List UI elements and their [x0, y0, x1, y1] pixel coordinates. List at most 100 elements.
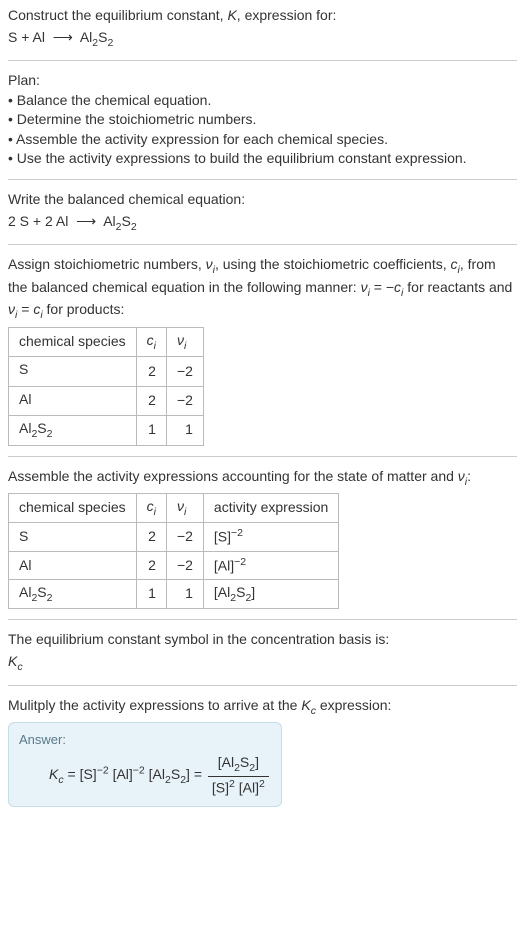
c-cell: 2 [136, 357, 166, 386]
species-text: Al [19, 391, 31, 407]
eq-sign: = [64, 766, 80, 782]
species-text: Al [19, 557, 31, 573]
species-text: S [19, 528, 28, 544]
multiply-text: expression: [316, 697, 391, 713]
term: [S] [212, 779, 229, 795]
basis-block: The equilibrium constant symbol in the c… [8, 630, 517, 674]
fraction: [Al2S2] [S]2 [Al]2 [208, 753, 269, 798]
term-exp: −2 [133, 765, 145, 777]
v-cell: −2 [166, 386, 203, 415]
v-cell: 1 [166, 416, 203, 445]
assemble-block: Assemble the activity expressions accoun… [8, 467, 517, 610]
assign-text: for products: [43, 301, 125, 317]
activity-cell: [S]−2 [203, 523, 338, 551]
intro-lhs: S + Al [8, 29, 45, 45]
species-sub: 2 [131, 220, 137, 232]
table-header: chemical species [9, 327, 137, 356]
assign-text: for reactants and [403, 279, 512, 295]
species-text: S [37, 420, 46, 436]
table-header: ci [136, 327, 166, 356]
activity-close: ] [251, 584, 255, 600]
assign-text: , using the stoichiometric coefficients, [215, 256, 451, 272]
nu-symbol: ν [361, 279, 368, 295]
c-sub: i [154, 506, 156, 518]
v-cell: 1 [166, 579, 203, 608]
balanced-title: Write the balanced chemical equation: [8, 190, 517, 210]
table-row: Al2S2 1 1 [9, 416, 204, 445]
term: [Al] [235, 779, 259, 795]
intro-rhs: Al2S2 [80, 29, 113, 45]
table-row: S 2 −2 [S]−2 [9, 523, 339, 551]
intro-block: Construct the equilibrium constant, K, e… [8, 6, 517, 50]
plan-item: • Balance the chemical equation. [8, 91, 517, 111]
divider [8, 244, 517, 245]
c-symbol: c [147, 332, 154, 348]
balanced-reaction: 2 S + 2 Al ⟶ Al2S2 [8, 212, 517, 234]
c-sub: i [154, 339, 156, 351]
c-symbol: c [394, 279, 401, 295]
divider [8, 456, 517, 457]
c-cell: 1 [136, 579, 166, 608]
nu-sub: i [184, 506, 186, 518]
table-header-row: chemical species ci νi activity expressi… [9, 494, 339, 523]
nu-symbol: ν [206, 256, 213, 272]
activity-cell: [Al]−2 [203, 551, 338, 579]
divider [8, 619, 517, 620]
species-text: Al [103, 213, 115, 229]
nu-symbol: ν [177, 498, 184, 514]
arrow-icon: ⟶ [53, 29, 73, 45]
species-cell: S [9, 357, 137, 386]
intro-reaction: S + Al ⟶ Al2S2 [8, 28, 517, 50]
c-cell: 2 [136, 551, 166, 579]
activity-base: [Al [214, 584, 230, 600]
multiply-block: Mulitply the activity expressions to arr… [8, 696, 517, 718]
table-header-row: chemical species ci νi [9, 327, 204, 356]
term: ] [255, 754, 259, 770]
stoich-table: chemical species ci νi S 2 −2 Al 2 −2 Al… [8, 327, 204, 446]
species-sub: 2 [47, 592, 53, 604]
eq-text: = [17, 301, 33, 317]
species-sub: 2 [47, 428, 53, 440]
term-exp: −2 [97, 765, 109, 777]
balanced-block: Write the balanced chemical equation: 2 … [8, 190, 517, 234]
c-cell: 2 [136, 386, 166, 415]
species-cell: Al [9, 386, 137, 415]
answer-expression: Kc = [S]−2 [Al]−2 [Al2S2] = [Al2S2] [S]2… [19, 749, 271, 798]
c-symbol: c [451, 256, 458, 272]
species-cell: Al [9, 551, 137, 579]
table-header: activity expression [203, 494, 338, 523]
answer-box: Answer: Kc = [S]−2 [Al]−2 [Al2S2] = [Al2… [8, 722, 282, 807]
activity-base: [S] [214, 529, 231, 545]
species-text: Al [19, 584, 31, 600]
divider [8, 60, 517, 61]
species-cell: S [9, 523, 137, 551]
K-symbol: K [49, 766, 58, 782]
nu-sub: i [184, 339, 186, 351]
table-row: Al2S2 1 1 [Al2S2] [9, 579, 339, 608]
assemble-text: : [467, 468, 471, 484]
activity-exp: −2 [234, 556, 246, 568]
multiply-text: Mulitply the activity expressions to arr… [8, 697, 301, 713]
table-row: Al 2 −2 [Al]−2 [9, 551, 339, 579]
intro-K: K [227, 7, 236, 23]
species-sub: 2 [107, 36, 113, 48]
nu-symbol: ν [458, 468, 465, 484]
table-header: ci [136, 494, 166, 523]
nu-symbol: ν [177, 332, 184, 348]
divider [8, 685, 517, 686]
c-symbol: c [147, 498, 154, 514]
term: [Al [149, 766, 165, 782]
intro-text: Construct the equilibrium constant, [8, 7, 227, 23]
answer-label: Answer: [19, 731, 271, 749]
term: [Al] [113, 766, 133, 782]
basis-text: The equilibrium constant symbol in the c… [8, 630, 517, 650]
K-sub: c [17, 661, 22, 673]
assemble-text: Assemble the activity expressions accoun… [8, 468, 458, 484]
v-cell: −2 [166, 551, 203, 579]
balanced-lhs: 2 S + 2 Al [8, 213, 68, 229]
v-cell: −2 [166, 523, 203, 551]
term-exp: 2 [259, 778, 265, 790]
activity-table: chemical species ci νi activity expressi… [8, 493, 339, 609]
species-text: Al [19, 420, 31, 436]
balanced-rhs: Al2S2 [103, 213, 136, 229]
